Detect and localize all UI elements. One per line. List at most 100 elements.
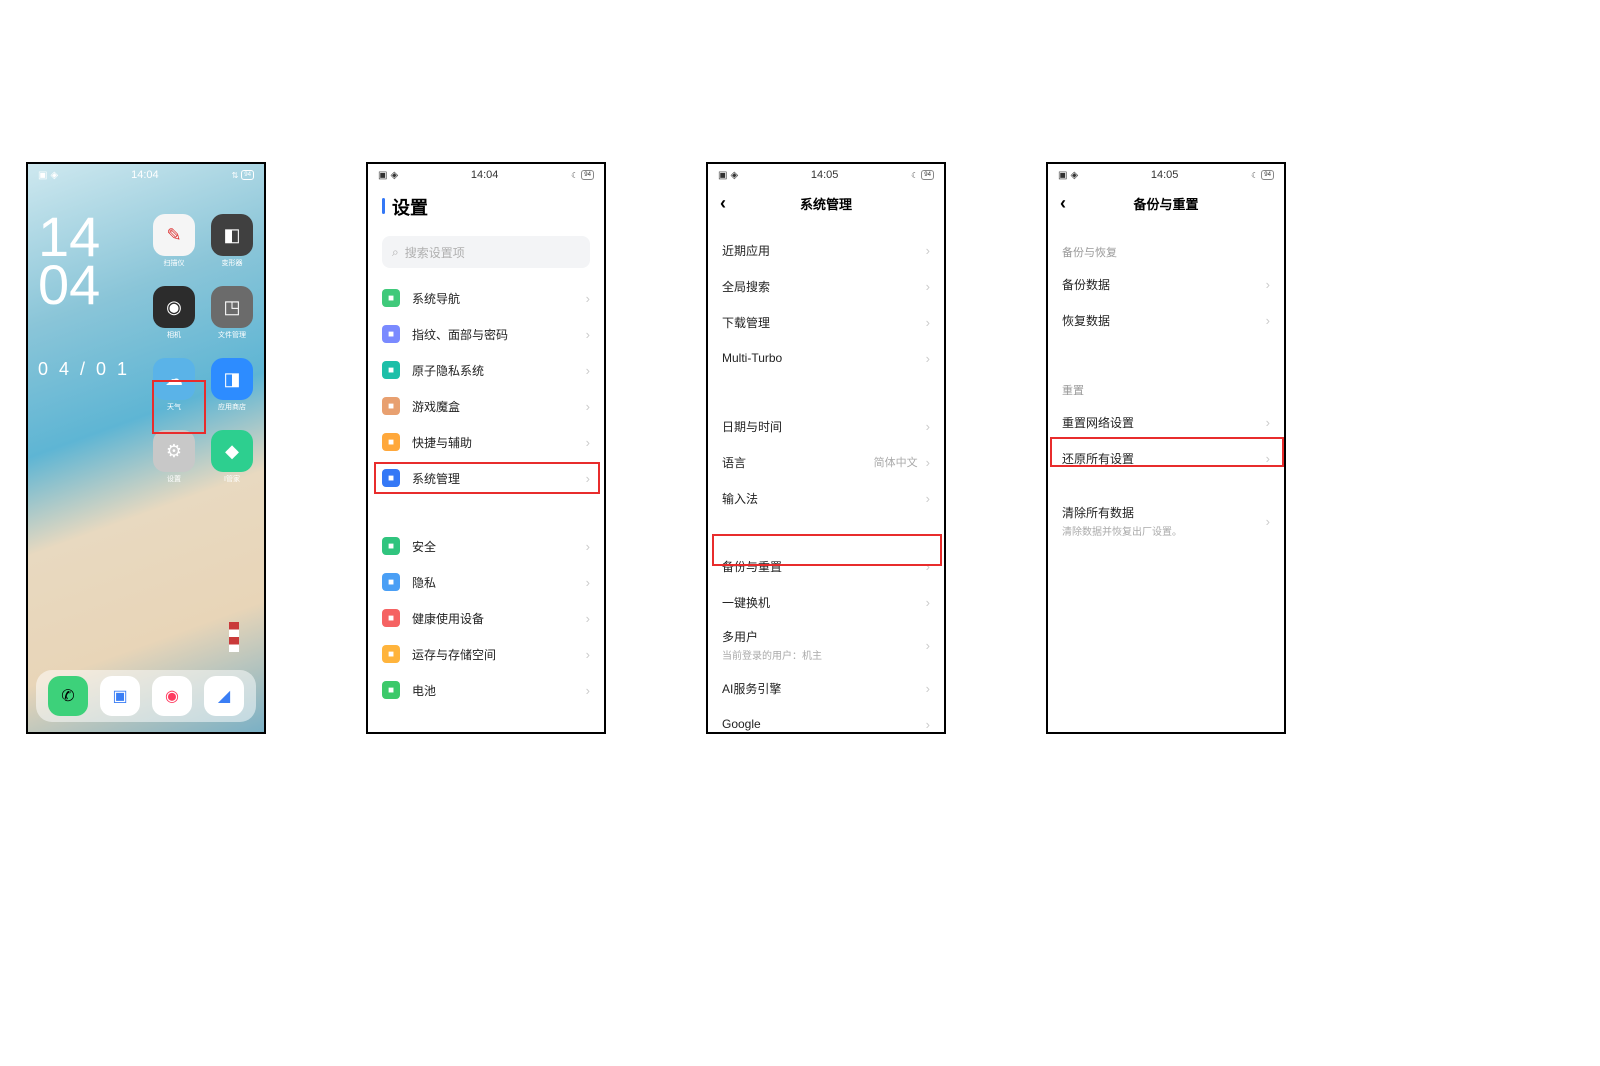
row-label: 安全 bbox=[412, 538, 586, 555]
row-icon: ■ bbox=[382, 681, 400, 699]
app-icon-3[interactable]: ◳文件管理 bbox=[206, 286, 258, 350]
row-label: 快捷与辅助 bbox=[412, 434, 586, 451]
dock-music-icon[interactable]: ◉ bbox=[152, 676, 192, 716]
row-subtitle: 当前登录的用户：机主 bbox=[722, 647, 926, 662]
app-icon-6[interactable]: ⚙设置 bbox=[148, 430, 200, 494]
list-row[interactable]: 重置网络设置› bbox=[1048, 404, 1284, 440]
signal-icon: ⇅ bbox=[232, 171, 239, 180]
list-row[interactable]: 备份与重置› bbox=[708, 548, 944, 584]
chevron-right-icon: › bbox=[926, 560, 930, 573]
chevron-right-icon: › bbox=[1266, 314, 1270, 327]
search-icon: ⌕ bbox=[392, 245, 399, 260]
chevron-right-icon: › bbox=[586, 364, 590, 377]
list-row[interactable]: 恢复数据› bbox=[1048, 302, 1284, 338]
row-label: 还原所有设置 bbox=[1062, 450, 1266, 467]
chevron-right-icon: › bbox=[926, 639, 930, 652]
section-reset: 重置 bbox=[1048, 370, 1284, 404]
search-placeholder: 搜索设置项 bbox=[405, 244, 465, 261]
list-row[interactable]: ■原子隐私系统› bbox=[368, 352, 604, 388]
row-icon: ■ bbox=[382, 609, 400, 627]
dock-messages-icon[interactable]: ▣ bbox=[100, 676, 140, 716]
row-label: Google bbox=[722, 717, 926, 731]
dock-browser-icon[interactable]: ◢ bbox=[204, 676, 244, 716]
list-row[interactable]: 下载管理› bbox=[708, 304, 944, 340]
list-row[interactable]: Google› bbox=[708, 706, 944, 734]
row-label: 备份数据 bbox=[1062, 276, 1266, 293]
chevron-right-icon: › bbox=[926, 456, 930, 469]
app-icon-4[interactable]: ☁天气 bbox=[148, 358, 200, 422]
list-row[interactable]: ■运存与存储空间› bbox=[368, 636, 604, 672]
search-input[interactable]: ⌕ 搜索设置项 bbox=[382, 236, 590, 268]
battery-icon: 94 bbox=[1261, 170, 1274, 180]
row-label: AI服务引擎 bbox=[722, 680, 926, 697]
chevron-right-icon: › bbox=[586, 328, 590, 341]
list-row[interactable]: 全局搜索› bbox=[708, 268, 944, 304]
chevron-right-icon: › bbox=[926, 718, 930, 731]
phone-home-screen: ▣ ◈ 14:04 ⇅ 94 14 04 0 4 / 0 1 ✎扫描仪◧变形器◉… bbox=[26, 162, 266, 734]
list-row[interactable]: ■系统导航› bbox=[368, 280, 604, 316]
app-icon-7[interactable]: ◆I管家 bbox=[206, 430, 258, 494]
list-row[interactable]: ■游戏魔盒› bbox=[368, 388, 604, 424]
chevron-right-icon: › bbox=[586, 612, 590, 625]
list-row[interactable]: 日期与时间› bbox=[708, 408, 944, 444]
row-label: 近期应用 bbox=[722, 242, 926, 259]
chevron-right-icon: › bbox=[586, 436, 590, 449]
battery-icon: 94 bbox=[921, 170, 934, 180]
notification-icon: ▣ bbox=[1058, 170, 1067, 181]
list-row[interactable]: ■健康使用设备› bbox=[368, 600, 604, 636]
chevron-right-icon: › bbox=[926, 280, 930, 293]
row-label: 语言 bbox=[722, 454, 874, 471]
chevron-right-icon: › bbox=[1266, 416, 1270, 429]
status-time: 14:05 bbox=[1151, 169, 1179, 181]
list-row[interactable]: 还原所有设置› bbox=[1048, 440, 1284, 476]
list-row[interactable]: 清除所有数据清除数据并恢复出厂设置。› bbox=[1048, 496, 1284, 546]
wallpaper-lighthouse bbox=[229, 622, 239, 652]
chevron-right-icon: › bbox=[926, 352, 930, 365]
dnd-icon: ☾ bbox=[911, 171, 918, 180]
wifi-icon: ◈ bbox=[730, 170, 738, 181]
list-row[interactable]: ■系统管理› bbox=[368, 460, 604, 496]
row-icon: ■ bbox=[382, 537, 400, 555]
row-label: 原子隐私系统 bbox=[412, 362, 586, 379]
row-label: 系统导航 bbox=[412, 290, 586, 307]
chevron-right-icon: › bbox=[586, 400, 590, 413]
app-icon-1[interactable]: ◧变形器 bbox=[206, 214, 258, 278]
list-row[interactable]: ■隐私› bbox=[368, 564, 604, 600]
list-row[interactable]: ■指纹、面部与密码› bbox=[368, 316, 604, 352]
list-row[interactable]: AI服务引擎› bbox=[708, 670, 944, 706]
chevron-right-icon: › bbox=[586, 292, 590, 305]
app-icon-0[interactable]: ✎扫描仪 bbox=[148, 214, 200, 278]
chevron-right-icon: › bbox=[926, 316, 930, 329]
list-row[interactable]: 一键换机› bbox=[708, 584, 944, 620]
list-row[interactable]: 多用户当前登录的用户：机主› bbox=[708, 620, 944, 670]
row-label: 指纹、面部与密码 bbox=[412, 326, 586, 343]
app-icon-5[interactable]: ◨应用商店 bbox=[206, 358, 258, 422]
list-row[interactable]: Multi-Turbo› bbox=[708, 340, 944, 376]
row-label: 清除所有数据 bbox=[1062, 504, 1266, 521]
status-time: 14:05 bbox=[811, 169, 839, 181]
list-row[interactable]: ■快捷与辅助› bbox=[368, 424, 604, 460]
row-label: 电池 bbox=[412, 682, 586, 699]
list-row[interactable]: ■电池› bbox=[368, 672, 604, 708]
row-icon: ■ bbox=[382, 469, 400, 487]
list-row[interactable]: 备份数据› bbox=[1048, 266, 1284, 302]
chevron-right-icon: › bbox=[586, 540, 590, 553]
app-icon-2[interactable]: ◉相机 bbox=[148, 286, 200, 350]
row-subtitle: 清除数据并恢复出厂设置。 bbox=[1062, 523, 1266, 538]
chevron-right-icon: › bbox=[1266, 452, 1270, 465]
chevron-right-icon: › bbox=[926, 596, 930, 609]
page-title: 设置 bbox=[368, 184, 604, 228]
list-row[interactable]: 输入法› bbox=[708, 480, 944, 516]
row-label: 备份与重置 bbox=[722, 558, 926, 575]
list-row[interactable]: 近期应用› bbox=[708, 232, 944, 268]
chevron-right-icon: › bbox=[586, 648, 590, 661]
row-label: 下载管理 bbox=[722, 314, 926, 331]
wifi-icon: ◈ bbox=[1070, 170, 1078, 181]
phone-settings-main: ▣ ◈ 14:04 ☾ 94 设置 ⌕ 搜索设置项 ■系统导航›■指纹、面部与密… bbox=[366, 162, 606, 734]
list-row[interactable]: 语言简体中文› bbox=[708, 444, 944, 480]
chevron-right-icon: › bbox=[586, 576, 590, 589]
dock-phone-icon[interactable]: ✆ bbox=[48, 676, 88, 716]
row-label: 多用户 bbox=[722, 628, 926, 645]
wifi-icon: ◈ bbox=[390, 170, 398, 181]
list-row[interactable]: ■ 安全› bbox=[368, 528, 604, 564]
